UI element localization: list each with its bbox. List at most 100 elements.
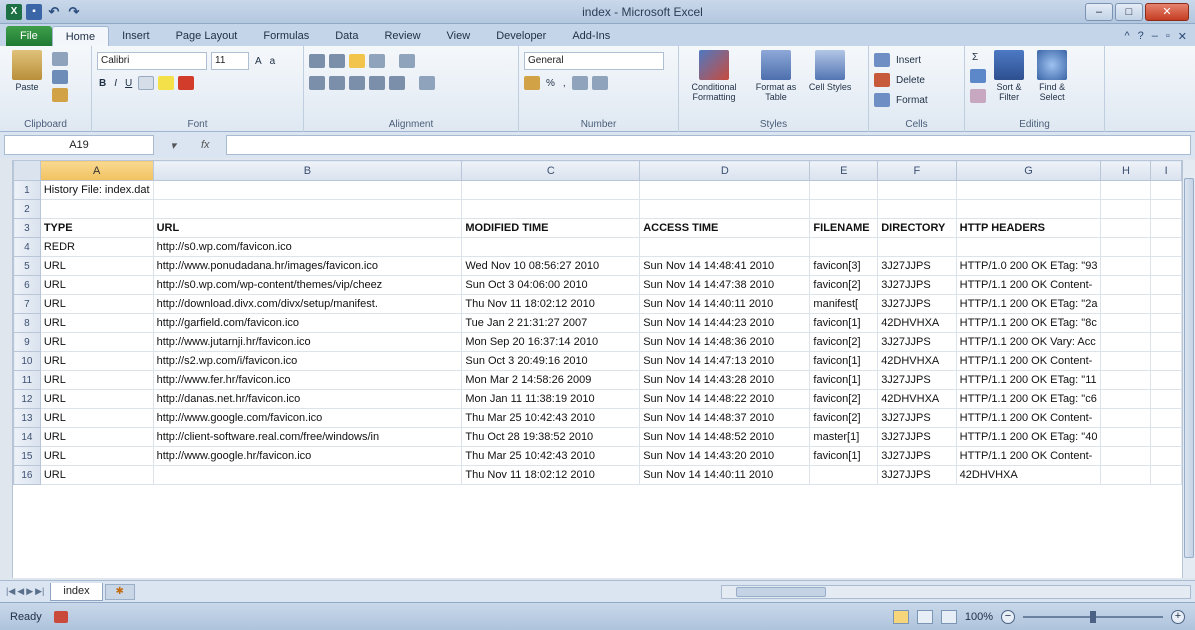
conditional-formatting-button[interactable]: Conditional Formatting [684,50,744,102]
zoom-slider[interactable] [1023,610,1163,623]
cell[interactable]: URL [40,370,154,390]
row-header[interactable]: 15 [13,446,41,466]
cell[interactable]: favicon[2] [809,389,879,409]
cell[interactable] [1150,218,1182,238]
fill-color-icon[interactable] [158,76,175,90]
merge-center-icon[interactable] [419,76,435,90]
cell[interactable]: favicon[2] [809,332,879,352]
cell[interactable] [1100,351,1152,371]
format-as-table-button[interactable]: Format as Table [747,50,805,102]
cell[interactable]: HTTP/1.1 200 OK Content- [956,446,1102,466]
redo-icon[interactable]: ↷ [66,4,82,20]
tab-page-layout[interactable]: Page Layout [163,26,251,46]
orientation-icon[interactable] [369,54,385,68]
font-color-icon[interactable] [178,76,195,90]
bold-button[interactable]: B [97,78,108,89]
cell[interactable] [153,199,463,219]
cell[interactable]: Sun Nov 14 14:40:11 2010 [639,294,811,314]
column-header[interactable]: A [39,160,154,181]
cell[interactable]: 3J27JJPS [877,332,957,352]
cell[interactable]: HTTP/1.1 200 OK ETag: "11 [956,370,1102,390]
cell[interactable]: TYPE [40,218,154,238]
cell[interactable] [809,199,879,219]
cell[interactable] [1100,370,1152,390]
cell[interactable]: History File: index.dat [40,180,154,200]
cell[interactable]: 42DHVHXA [877,313,957,333]
cell[interactable]: 3J27JJPS [877,446,957,466]
clear-icon[interactable] [970,89,986,103]
cell[interactable]: REDR [40,237,154,257]
vertical-scroll-thumb[interactable] [1184,178,1194,558]
cell[interactable]: URL [40,275,154,295]
column-header[interactable]: D [639,160,811,181]
cell[interactable] [153,180,463,200]
prev-sheet-icon[interactable]: ◀ [17,586,24,597]
percent-style-button[interactable]: % [544,78,557,89]
cell[interactable]: Sun Oct 3 20:49:16 2010 [461,351,641,371]
accounting-format-icon[interactable] [524,76,540,90]
paste-button[interactable]: Paste [5,50,49,92]
row-header[interactable]: 1 [13,180,41,200]
cell[interactable]: 3J27JJPS [877,465,957,485]
row-header[interactable]: 4 [13,237,41,257]
font-size-select[interactable]: 11 [211,52,249,70]
comma-style-button[interactable]: , [561,78,568,89]
cell[interactable] [639,237,811,257]
cell[interactable]: Mon Jan 11 11:38:19 2010 [461,389,641,409]
zoom-slider-thumb[interactable] [1090,610,1096,623]
normal-view-icon[interactable] [892,609,909,624]
column-header[interactable]: F [877,160,957,181]
cell[interactable]: Thu Nov 11 18:02:12 2010 [461,465,641,485]
cell[interactable] [1150,237,1182,257]
doc-minimize-icon[interactable]: – [1152,30,1158,42]
doc-close-icon[interactable]: ✕ [1178,30,1187,43]
cell[interactable] [1100,275,1152,295]
cell[interactable]: URL [40,351,154,371]
find-select-button[interactable]: Find & Select [1032,50,1072,102]
row-header[interactable]: 12 [13,389,41,409]
cell[interactable]: HTTP/1.1 200 OK Vary: Acc [956,332,1102,352]
cell[interactable]: HTTP/1.1 200 OK ETag: "8c [956,313,1102,333]
cell[interactable]: http://s0.wp.com/favicon.ico [153,237,463,257]
cell[interactable]: favicon[3] [809,256,879,276]
name-box-dropdown-icon[interactable]: ▾ [170,139,176,152]
maximize-button[interactable]: □ [1115,2,1143,21]
cell[interactable]: 42DHVHXA [956,465,1102,485]
cell[interactable]: MODIFIED TIME [461,218,641,238]
autosum-icon[interactable]: Σ [970,52,986,63]
cell[interactable] [877,180,957,200]
cell[interactable]: HTTP/1.1 200 OK Content- [956,275,1102,295]
cell[interactable] [1100,427,1152,447]
tab-view[interactable]: View [434,26,484,46]
cell[interactable] [1150,408,1182,428]
cell[interactable]: URL [40,389,154,409]
cell[interactable]: manifest[ [809,294,879,314]
column-header[interactable]: E [809,160,879,181]
cell[interactable]: http://garfield.com/favicon.ico [153,313,463,333]
cell[interactable]: favicon[2] [809,408,879,428]
cell[interactable]: http://download.divx.com/divx/setup/mani… [153,294,463,314]
cell[interactable]: http://s2.wp.com/i/favicon.ico [153,351,463,371]
cell[interactable]: http://www.google.com/favicon.ico [153,408,463,428]
cut-icon[interactable] [52,52,69,66]
cell[interactable] [956,199,1102,219]
shrink-font-button[interactable]: a [268,56,278,67]
cell[interactable]: HTTP/1.1 200 OK Content- [956,351,1102,371]
increase-indent-icon[interactable] [389,76,405,90]
cell[interactable]: Thu Oct 28 19:38:52 2010 [461,427,641,447]
cell[interactable]: HTTP HEADERS [956,218,1102,238]
column-header[interactable]: C [461,160,641,181]
cell[interactable]: favicon[1] [809,446,879,466]
cell[interactable]: http://www.jutarnji.hr/favicon.ico [153,332,463,352]
cell[interactable] [1100,180,1152,200]
borders-icon[interactable] [138,76,155,90]
zoom-level[interactable]: 100% [965,611,993,623]
cell[interactable] [1100,389,1152,409]
cell[interactable]: HTTP/1.1 200 OK ETag: "c6 [956,389,1102,409]
cell[interactable]: Sun Nov 14 14:43:20 2010 [639,446,811,466]
row-header[interactable]: 10 [13,351,41,371]
row-header[interactable]: 11 [13,370,41,390]
column-header[interactable]: I [1150,160,1182,181]
row-header[interactable]: 7 [13,294,41,314]
cell[interactable]: favicon[2] [809,275,879,295]
